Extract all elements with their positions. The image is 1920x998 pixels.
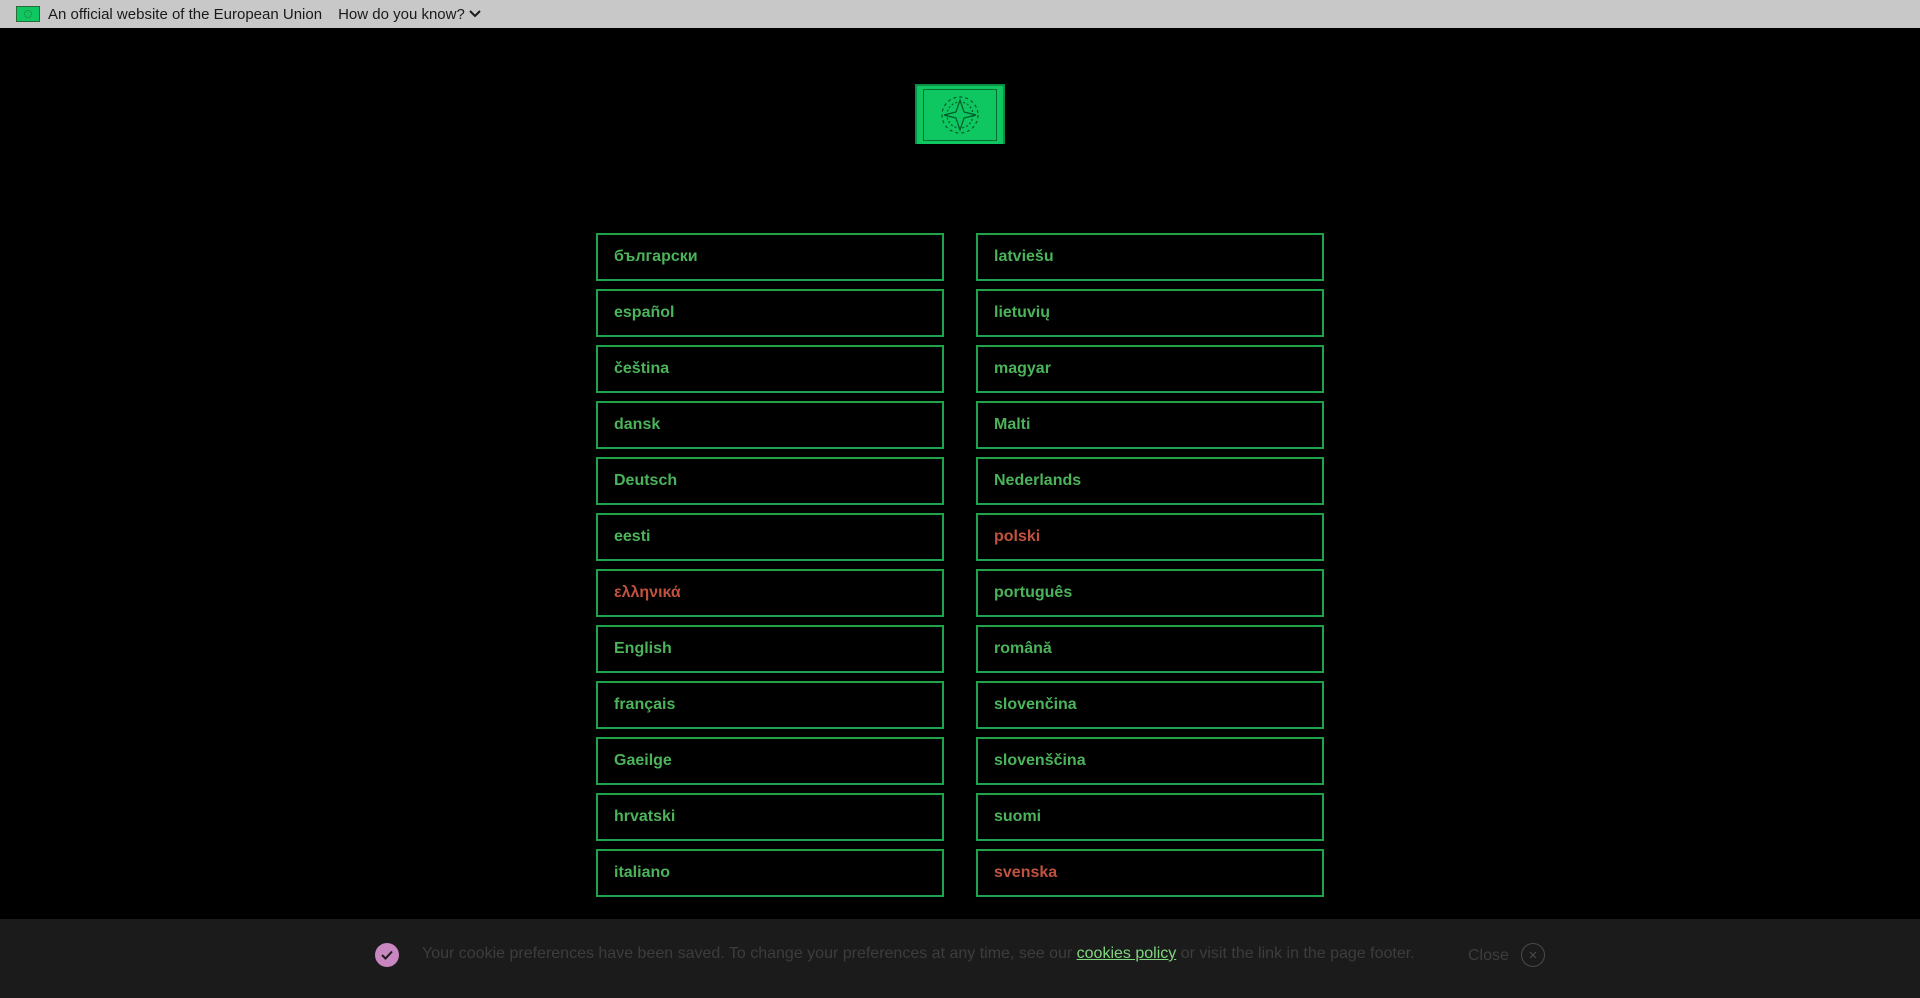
eu-logo[interactable] — [915, 84, 1005, 144]
eu-official-banner: An official website of the European Unio… — [0, 0, 1920, 28]
language-lt[interactable]: lietuvių — [976, 289, 1324, 337]
cookie-close-button[interactable]: Close — [1468, 943, 1545, 967]
language-sv[interactable]: svenska — [976, 849, 1324, 897]
close-label: Close — [1468, 947, 1509, 964]
language-sk[interactable]: slovenčina — [976, 681, 1324, 729]
language-list: български latviešu español lietuvių češt… — [596, 233, 1324, 897]
cookie-notice: Your cookie preferences have been saved.… — [0, 919, 1920, 998]
language-pl[interactable]: polski — [976, 513, 1324, 561]
language-ga[interactable]: Gaeilge — [596, 737, 944, 785]
language-pt[interactable]: português — [976, 569, 1324, 617]
how-do-you-know-toggle[interactable]: How do you know? — [338, 6, 481, 23]
language-mt[interactable]: Malti — [976, 401, 1324, 449]
language-en[interactable]: English — [596, 625, 944, 673]
how-do-you-know-label: How do you know? — [338, 5, 465, 23]
cookies-policy-link[interactable]: cookies policy — [1077, 945, 1177, 962]
language-de[interactable]: Deutsch — [596, 457, 944, 505]
check-icon — [375, 943, 399, 967]
language-lv[interactable]: latviešu — [976, 233, 1324, 281]
cookie-message: Your cookie preferences have been saved.… — [422, 945, 1415, 963]
language-sl[interactable]: slovenščina — [976, 737, 1324, 785]
official-website-text: An official website of the European Unio… — [48, 5, 323, 23]
chevron-down-icon — [469, 10, 481, 18]
language-nl[interactable]: Nederlands — [976, 457, 1324, 505]
language-hr[interactable]: hrvatski — [596, 793, 944, 841]
close-icon — [1520, 943, 1545, 967]
language-et[interactable]: eesti — [596, 513, 944, 561]
cookie-text-before: Your cookie preferences have been saved.… — [422, 945, 1077, 962]
language-fi[interactable]: suomi — [976, 793, 1324, 841]
language-it[interactable]: italiano — [596, 849, 944, 897]
eu-flag-icon — [16, 6, 40, 22]
cookie-text-after: or visit the link in the page footer. — [1176, 945, 1415, 962]
eu-logo-icon — [923, 89, 997, 141]
language-es[interactable]: español — [596, 289, 944, 337]
language-el[interactable]: ελληνικά — [596, 569, 944, 617]
language-ro[interactable]: română — [976, 625, 1324, 673]
language-fr[interactable]: français — [596, 681, 944, 729]
language-hu[interactable]: magyar — [976, 345, 1324, 393]
language-cs[interactable]: čeština — [596, 345, 944, 393]
language-bg[interactable]: български — [596, 233, 944, 281]
language-da[interactable]: dansk — [596, 401, 944, 449]
